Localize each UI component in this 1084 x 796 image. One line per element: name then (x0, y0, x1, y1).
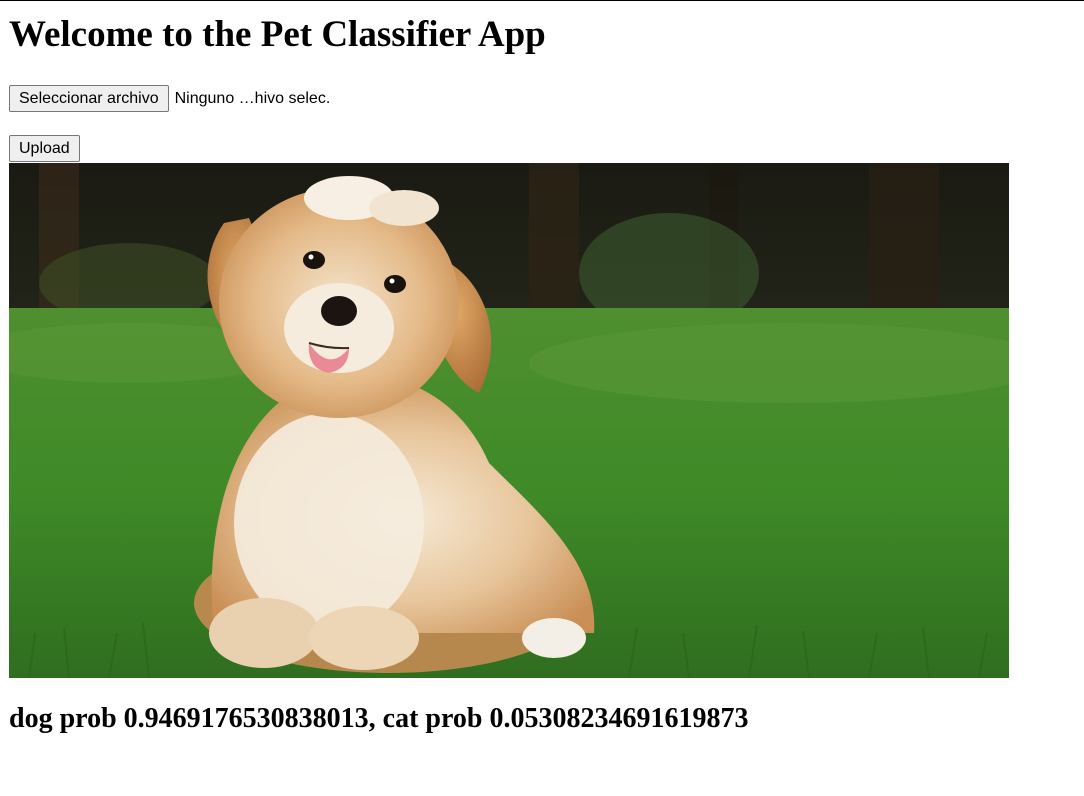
uploaded-pet-image (9, 163, 1009, 678)
file-input[interactable]: Seleccionar archivo Ninguno …hivo selec. (9, 85, 330, 112)
upload-button[interactable]: Upload (9, 135, 80, 162)
prediction-result: dog prob 0.9469176530838013, cat prob 0.… (9, 703, 749, 734)
page-title: Welcome to the Pet Classifier App (9, 14, 546, 55)
top-divider (0, 0, 1084, 1)
file-status-text: Ninguno …hivo selec. (174, 90, 331, 107)
choose-file-button[interactable]: Seleccionar archivo (9, 85, 169, 112)
